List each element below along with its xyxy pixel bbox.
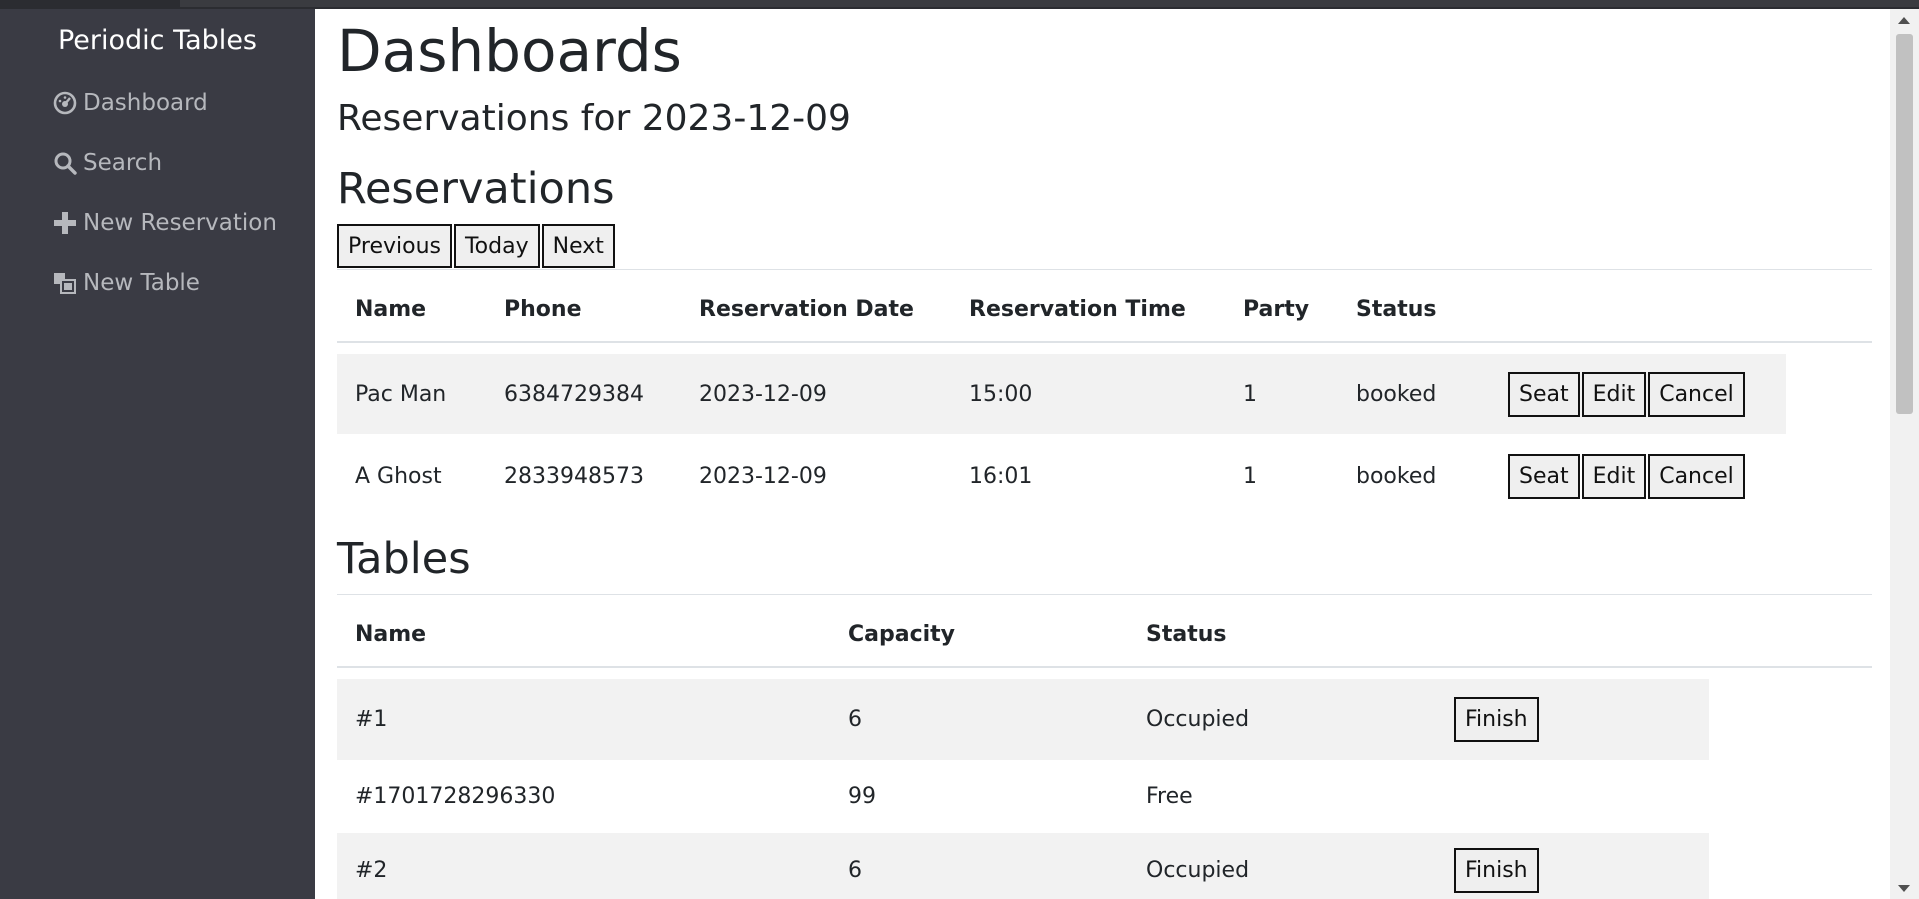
page-title: Dashboards bbox=[337, 17, 682, 85]
reservations-heading: Reservations bbox=[337, 164, 615, 214]
column-header-reservation-date: Reservation Date bbox=[699, 296, 914, 322]
browser-top-bar bbox=[0, 0, 1919, 9]
seat-button[interactable]: Seat bbox=[1508, 453, 1580, 499]
sidebar-item-new-table[interactable]: New Table bbox=[52, 265, 200, 301]
divider bbox=[337, 269, 1872, 270]
reservation-name: A Ghost bbox=[355, 463, 442, 489]
table-row: #2 6 Occupied Finish bbox=[337, 833, 1709, 899]
divider bbox=[337, 594, 1872, 595]
table-status: Occupied bbox=[1146, 707, 1250, 732]
next-button[interactable]: Next bbox=[541, 224, 615, 268]
brand-title: Periodic Tables bbox=[57, 25, 257, 56]
page-subtitle: Reservations for 2023-12-09 bbox=[337, 98, 851, 139]
sidebar-item-dashboard[interactable]: Dashboard bbox=[52, 85, 208, 121]
reservation-phone: 6384729384 bbox=[504, 381, 644, 407]
edit-button[interactable]: Edit bbox=[1581, 453, 1647, 499]
reservation-actions: Seat Edit Cancel bbox=[1508, 436, 1747, 516]
reservation-name: Pac Man bbox=[355, 381, 447, 407]
seat-button[interactable]: Seat bbox=[1508, 371, 1580, 417]
column-header-reservation-time: Reservation Time bbox=[969, 296, 1186, 322]
table-capacity: 6 bbox=[848, 707, 862, 732]
column-header-party: Party bbox=[1243, 296, 1310, 322]
column-header-status: Status bbox=[1356, 296, 1437, 322]
table-capacity: 99 bbox=[848, 784, 876, 809]
column-header-name: Name bbox=[355, 296, 427, 322]
cancel-button[interactable]: Cancel bbox=[1648, 453, 1745, 499]
table-actions: Finish bbox=[1454, 679, 1539, 760]
table-name: #1 bbox=[355, 707, 388, 732]
sidebar-item-label: Search bbox=[83, 150, 163, 176]
tables-heading: Tables bbox=[337, 534, 471, 584]
table-capacity: 6 bbox=[848, 857, 862, 883]
finish-button[interactable]: Finish bbox=[1454, 847, 1539, 893]
reservation-time: 15:00 bbox=[969, 381, 1033, 407]
table-row: Pac Man 6384729384 2023-12-09 15:00 1 bo… bbox=[337, 354, 1786, 434]
plus-icon bbox=[52, 210, 78, 236]
edit-button[interactable]: Edit bbox=[1581, 371, 1647, 417]
previous-button[interactable]: Previous bbox=[337, 224, 452, 268]
sidebar-item-label: New Reservation bbox=[83, 210, 277, 236]
column-header-name: Name bbox=[355, 621, 427, 647]
sidebar-item-search[interactable]: Search bbox=[52, 145, 162, 181]
table-name: #2 bbox=[355, 857, 388, 883]
date-navigation: Previous Today Next bbox=[337, 224, 617, 268]
sidebar-item-new-reservation[interactable]: New Reservation bbox=[52, 205, 277, 241]
table-row: #1701728296330 99 Free bbox=[337, 760, 1709, 833]
today-button[interactable]: Today bbox=[453, 224, 540, 268]
table-status: Free bbox=[1146, 784, 1193, 809]
reservation-status: booked bbox=[1356, 381, 1437, 407]
layers-icon bbox=[52, 270, 78, 296]
browser-top-bar-inner bbox=[180, 0, 1919, 7]
column-header-phone: Phone bbox=[504, 296, 582, 322]
table-actions: Finish bbox=[1454, 833, 1539, 899]
reservation-party: 1 bbox=[1243, 463, 1257, 489]
scroll-up-arrow-icon[interactable] bbox=[1898, 17, 1910, 24]
main-content: Dashboards Reservations for 2023-12-09 R… bbox=[315, 9, 1890, 899]
reservation-time: 16:01 bbox=[969, 463, 1033, 489]
reservation-phone: 2833948573 bbox=[504, 463, 644, 489]
scroll-down-arrow-icon[interactable] bbox=[1898, 885, 1910, 892]
column-header-status: Status bbox=[1146, 621, 1227, 647]
reservation-date: 2023-12-09 bbox=[699, 381, 827, 407]
table-name: #1701728296330 bbox=[355, 784, 556, 809]
reservation-actions: Seat Edit Cancel bbox=[1508, 354, 1747, 434]
vertical-scrollbar[interactable] bbox=[1890, 9, 1919, 899]
search-icon bbox=[52, 150, 78, 176]
scrollbar-thumb[interactable] bbox=[1896, 34, 1913, 414]
sidebar-item-label: New Table bbox=[83, 270, 200, 296]
reservations-table-header: Name Phone Reservation Date Reservation … bbox=[337, 277, 1872, 343]
cancel-button[interactable]: Cancel bbox=[1648, 371, 1745, 417]
table-row: #1 6 Occupied Finish bbox=[337, 679, 1709, 760]
sidebar: Periodic Tables Dashboard Search New Res… bbox=[0, 9, 315, 899]
table-status: Occupied bbox=[1146, 857, 1250, 883]
reservation-party: 1 bbox=[1243, 381, 1257, 407]
column-header-capacity: Capacity bbox=[848, 621, 956, 647]
dashboard-icon bbox=[52, 90, 78, 116]
table-row: A Ghost 2833948573 2023-12-09 16:01 1 bo… bbox=[337, 436, 1786, 516]
finish-button[interactable]: Finish bbox=[1454, 697, 1539, 742]
sidebar-item-label: Dashboard bbox=[83, 90, 208, 116]
reservation-date: 2023-12-09 bbox=[699, 463, 827, 489]
tables-table-header: Name Capacity Status bbox=[337, 602, 1872, 668]
reservation-status: booked bbox=[1356, 463, 1437, 489]
